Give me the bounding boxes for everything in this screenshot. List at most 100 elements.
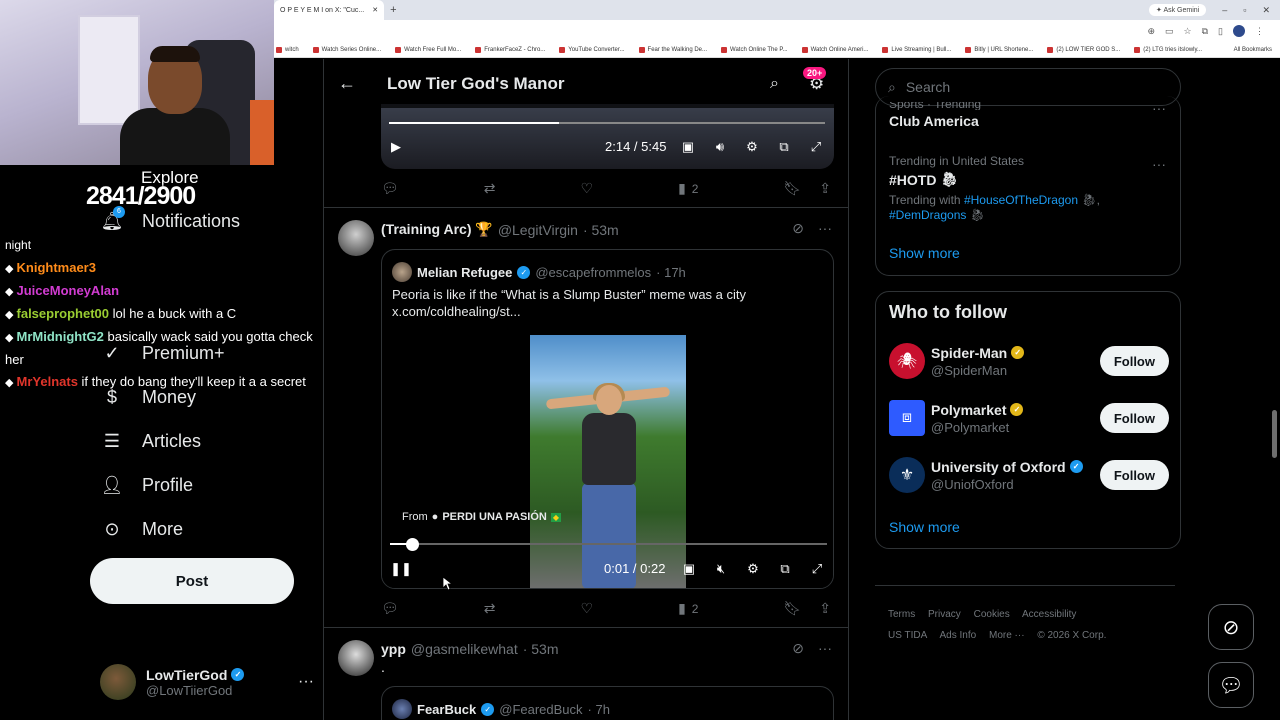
footer-link[interactable]: Privacy bbox=[928, 609, 961, 620]
follow-suggestion[interactable]: 🕷︎ Spider-Man ✓ @SpiderMan Follow bbox=[889, 341, 1169, 381]
more-dots-icon[interactable]: ··· bbox=[1152, 100, 1166, 116]
bookmark-item[interactable]: Bitly | URL Shortene... bbox=[965, 46, 1033, 53]
share-icon[interactable]: ⇪ bbox=[819, 600, 831, 617]
sidebar-item-more[interactable]: ⊙ More bbox=[100, 514, 183, 544]
sidebar-item-profile[interactable]: 👤︎ Profile bbox=[100, 470, 193, 500]
extensions-icon[interactable]: ⧉ bbox=[1202, 26, 1208, 37]
cast-icon[interactable]: ▭ bbox=[1165, 26, 1174, 37]
play-icon[interactable]: ▶ bbox=[387, 138, 405, 156]
bookmark-icon[interactable]: 🔖︎ bbox=[783, 180, 801, 197]
more-dots-icon[interactable]: ··· bbox=[818, 220, 832, 237]
maximize-icon[interactable]: ▫ bbox=[1243, 5, 1246, 15]
bookmark-item[interactable]: (2) LOW TIER GOD S... bbox=[1047, 46, 1120, 53]
footer-link[interactable]: US TIDA bbox=[888, 630, 927, 641]
all-bookmarks-button[interactable]: All Bookmarks bbox=[1234, 47, 1280, 53]
avatar[interactable] bbox=[338, 640, 374, 676]
follow-button[interactable]: Follow bbox=[1099, 460, 1169, 490]
repost-icon[interactable]: ⇄ bbox=[484, 180, 496, 197]
author-handle[interactable]: @LegitVirgin bbox=[498, 222, 578, 238]
fullscreen-icon[interactable]: ⤢ bbox=[808, 560, 826, 578]
footer-link[interactable]: Accessibility bbox=[1022, 609, 1076, 620]
share-icon[interactable]: ⇪ bbox=[819, 180, 831, 197]
scrubber-handle[interactable] bbox=[405, 538, 419, 551]
video-source-label[interactable]: From ● PERDI UNA PASIÓN ◆ bbox=[402, 511, 561, 523]
zoom-icon[interactable]: ⊕ bbox=[1147, 26, 1155, 37]
footer-link[interactable]: More ··· bbox=[989, 630, 1025, 641]
grok-icon[interactable]: ⊘ bbox=[792, 640, 804, 657]
follow-button[interactable]: Follow bbox=[1099, 346, 1169, 376]
menu-icon[interactable]: ⋮ bbox=[1255, 26, 1264, 37]
quoted-tweet[interactable]: Melian Refugee ✓ @escapefrommelos · 17h … bbox=[381, 249, 834, 589]
bookmark-item[interactable]: witch bbox=[276, 46, 299, 53]
settings-icon[interactable]: ⚙ bbox=[744, 560, 762, 578]
trend-item[interactable]: Sports · Trending Club America bbox=[889, 102, 981, 129]
bookmark-item[interactable]: YouTube Converter... bbox=[559, 46, 625, 53]
video-scrubber[interactable] bbox=[389, 122, 825, 124]
follow-suggestion[interactable]: ⚜ University of Oxford ✓ @UniofOxford Fol… bbox=[889, 455, 1169, 495]
author-handle[interactable]: @gasmelikewhat bbox=[411, 641, 518, 657]
reply-icon[interactable]: 💬︎ bbox=[381, 180, 399, 197]
more-dots-icon[interactable]: ··· bbox=[818, 640, 832, 657]
hashtag-link[interactable]: #DemDragons bbox=[889, 208, 966, 222]
tweet-time[interactable]: · 53m bbox=[523, 641, 559, 657]
more-dots-icon[interactable]: ··· bbox=[298, 673, 314, 691]
volume-icon[interactable]: 🔊︎ bbox=[711, 138, 729, 156]
bookmark-item[interactable]: Watch Online Ameri... bbox=[801, 46, 868, 53]
minimize-icon[interactable]: – bbox=[1222, 5, 1227, 15]
hashtag-link[interactable]: #HouseOfTheDragon bbox=[964, 193, 1078, 207]
pip-icon[interactable]: ⧉ bbox=[776, 560, 794, 578]
sidepanel-icon[interactable]: ▯ bbox=[1218, 26, 1223, 37]
video-player[interactable]: From ● PERDI UNA PASIÓN ◆ ❚❚ 0:01 / 0:22… bbox=[382, 335, 833, 588]
author-name[interactable]: (Training Arc) 🏆 bbox=[381, 221, 493, 238]
grok-icon[interactable]: ⊘ bbox=[792, 220, 804, 237]
tweet-time[interactable]: · 53m bbox=[583, 222, 619, 238]
bookmark-icon[interactable]: 🔖︎ bbox=[783, 600, 801, 617]
bookmark-item[interactable]: Live Streaming | Bull... bbox=[882, 46, 951, 53]
avatar[interactable] bbox=[338, 220, 374, 256]
footer-link[interactable]: Ads Info bbox=[940, 630, 977, 641]
footer-link[interactable]: Terms bbox=[888, 609, 915, 620]
views-button[interactable]: ▮ 2 bbox=[678, 600, 698, 617]
bookmark-item[interactable]: (2) LTG tries itslowly... bbox=[1134, 46, 1202, 53]
reply-icon[interactable]: 💬︎ bbox=[381, 600, 399, 617]
close-window-icon[interactable]: ✕ bbox=[1262, 5, 1270, 16]
search-icon[interactable]: ⌕ bbox=[770, 75, 779, 93]
close-tab-icon[interactable]: ✕ bbox=[372, 6, 378, 14]
sidebar-item-articles[interactable]: ☰ Articles bbox=[100, 426, 201, 456]
browser-tab[interactable]: O P E Y E M I on X: "Cuc... ✕ bbox=[274, 0, 385, 20]
like-icon[interactable]: ♡ bbox=[581, 600, 594, 617]
profile-avatar[interactable] bbox=[1233, 25, 1245, 37]
video-scrubber[interactable] bbox=[390, 543, 827, 545]
captions-icon[interactable]: ▣ bbox=[680, 560, 698, 578]
account-switcher[interactable]: LowTierGod ✓ @LowTiierGod ··· bbox=[100, 660, 314, 704]
grok-icon[interactable]: ⊘ bbox=[1208, 604, 1254, 650]
bookmark-item[interactable]: Watch Free Full Mo... bbox=[395, 46, 461, 53]
more-dots-icon[interactable]: ··· bbox=[1152, 156, 1166, 172]
video-player[interactable]: ▶ 2:14 / 5:45 ▣ 🔊︎ ⚙ ⧉ ⤢ bbox=[381, 104, 834, 169]
ask-gemini-button[interactable]: ✦ Ask Gemini bbox=[1149, 4, 1207, 16]
back-arrow-icon[interactable]: ← bbox=[338, 73, 356, 94]
follow-button[interactable]: Follow bbox=[1099, 403, 1169, 433]
pip-icon[interactable]: ⧉ bbox=[775, 138, 793, 156]
bookmark-item[interactable]: FrankerFaceZ - Chro... bbox=[475, 46, 545, 53]
trend-item[interactable]: Trending in United States #HOTD 🐉︎ Trendi… bbox=[889, 154, 1100, 223]
quoted-tweet[interactable]: FearBuck ✓ @FearedBuck · 7h bbox=[381, 686, 834, 720]
new-tab-icon[interactable]: + bbox=[390, 4, 396, 16]
footer-link[interactable]: Cookies bbox=[974, 609, 1010, 620]
bookmark-item[interactable]: Watch Series Online... bbox=[312, 46, 381, 53]
views-button[interactable]: ▮ 2 bbox=[678, 180, 698, 197]
bookmark-star-icon[interactable]: ☆ bbox=[1184, 26, 1192, 37]
settings-icon[interactable]: ⚙ bbox=[743, 138, 761, 156]
repost-icon[interactable]: ⇄ bbox=[484, 600, 496, 617]
bookmark-item[interactable]: Fear the Walking De... bbox=[638, 46, 707, 53]
pause-icon[interactable]: ❚❚ bbox=[390, 560, 412, 578]
captions-icon[interactable]: ▣ bbox=[679, 138, 697, 156]
messages-icon[interactable]: 💬︎ bbox=[1208, 662, 1254, 708]
follow-suggestion[interactable]: ⧈ Polymarket ✓ @Polymarket Follow bbox=[889, 398, 1169, 438]
mute-icon[interactable]: 🔇︎ bbox=[712, 560, 730, 578]
fullscreen-icon[interactable]: ⤢ bbox=[807, 138, 825, 156]
scrollbar[interactable] bbox=[1272, 410, 1277, 458]
show-more-link[interactable]: Show more bbox=[889, 245, 960, 261]
bookmark-item[interactable]: Watch Online The P... bbox=[721, 46, 788, 53]
show-more-link[interactable]: Show more bbox=[889, 519, 960, 535]
